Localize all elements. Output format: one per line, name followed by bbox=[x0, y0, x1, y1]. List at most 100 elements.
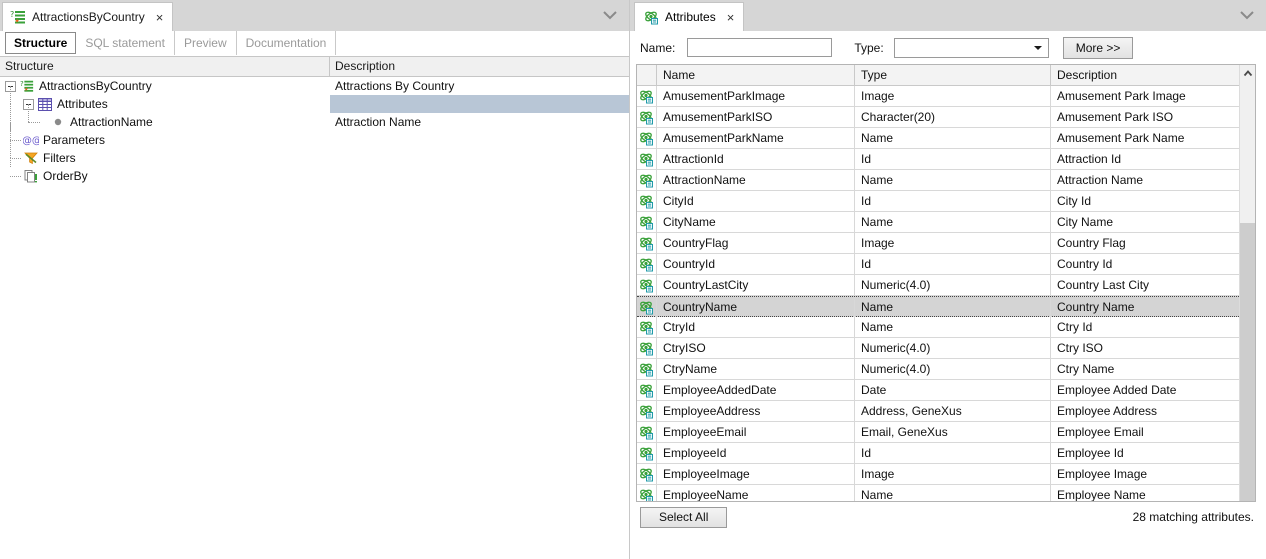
table-row[interactable]: EmployeeName Name Employee Name bbox=[637, 485, 1241, 502]
cell-name: CityId bbox=[657, 191, 855, 211]
tab-sql-statement[interactable]: SQL statement bbox=[76, 31, 175, 55]
tab-attributes-close-icon[interactable]: × bbox=[724, 10, 738, 25]
tree-description-cell[interactable]: Attractions By Country bbox=[330, 77, 629, 95]
at-at-icon: @@ bbox=[23, 132, 39, 148]
attributes-selector-panel: Attributes × Name: Type: More >> Name Ty… bbox=[630, 0, 1266, 559]
tree-row[interactable]: @@ Parameters bbox=[0, 122, 629, 149]
tree-node-filters[interactable]: Filters bbox=[0, 140, 330, 167]
tree-description-cell[interactable] bbox=[330, 149, 629, 167]
cell-description: Employee Name bbox=[1057, 488, 1146, 502]
column-header-description[interactable]: Description bbox=[1051, 65, 1241, 85]
attributes-grid-scrollbar[interactable] bbox=[1239, 65, 1255, 501]
table-row[interactable]: CountryFlag Image Country Flag bbox=[637, 233, 1241, 254]
cell-name: CountryId bbox=[657, 254, 855, 274]
right-panel-chevron-down-icon[interactable] bbox=[1236, 5, 1258, 25]
table-row[interactable]: AmusementParkImage Image Amusement Park Im… bbox=[637, 86, 1241, 107]
document-tab-close-icon[interactable]: × bbox=[153, 10, 167, 25]
document-tab-attractionsbycountry[interactable]: ? AttractionsByCountry × bbox=[2, 2, 174, 31]
scroll-up-arrow-icon[interactable] bbox=[1240, 65, 1255, 82]
tree-column-headers: Structure Description bbox=[0, 56, 629, 77]
table-row[interactable]: EmployeeAddedDate Date Employee Added Date bbox=[637, 380, 1241, 401]
tree-description-cell[interactable] bbox=[330, 95, 629, 113]
tree-guide-line bbox=[10, 158, 11, 167]
cell-description: Employee Id bbox=[1057, 446, 1124, 460]
type-select[interactable] bbox=[893, 37, 1049, 58]
tree-row[interactable]: Filters bbox=[0, 140, 629, 167]
table-row[interactable]: CountryLastCity Numeric(4.0) Country Last … bbox=[637, 275, 1241, 296]
attribute-atom-icon bbox=[637, 317, 657, 337]
name-search-input[interactable] bbox=[687, 38, 833, 57]
table-row[interactable]: CtryName Numeric(4.0) Ctry Name bbox=[637, 359, 1241, 380]
cell-name: CountryFlag bbox=[657, 233, 855, 253]
cell-description: Employee Address bbox=[1057, 404, 1158, 418]
svg-text:?: ? bbox=[20, 80, 24, 88]
cell-type: Numeric(4.0) bbox=[855, 338, 1051, 358]
cell-description: City Name bbox=[1057, 215, 1114, 229]
attribute-atom-icon bbox=[637, 170, 657, 190]
table-row[interactable]: AttractionName Name Attraction Name bbox=[637, 170, 1241, 191]
select-all-button[interactable]: Select All bbox=[640, 506, 728, 528]
scrollbar-thumb[interactable] bbox=[1240, 223, 1255, 501]
tab-structure[interactable]: Structure bbox=[5, 32, 77, 54]
tree-node-orderby[interactable]: OrderBy bbox=[0, 158, 330, 185]
tree-row[interactable]: Attributes bbox=[0, 86, 629, 113]
column-header-description[interactable]: Description bbox=[330, 57, 629, 76]
tree-node-attributes[interactable]: Attributes bbox=[0, 86, 330, 113]
cell-type: Name bbox=[855, 485, 1051, 501]
left-panel-chevron-down-icon[interactable] bbox=[599, 5, 621, 25]
bullet-icon bbox=[50, 114, 66, 130]
tree-node-attractionname[interactable]: AttractionName bbox=[0, 104, 330, 131]
cell-description: Country Flag bbox=[1057, 236, 1126, 250]
table-row[interactable]: AmusementParkName Name Amusement Park Name bbox=[637, 128, 1241, 149]
table-row[interactable]: CtryISO Numeric(4.0) Ctry ISO bbox=[637, 338, 1241, 359]
table-row[interactable]: CtryId Name Ctry Id bbox=[637, 317, 1241, 338]
cell-description: Ctry Name bbox=[1057, 362, 1115, 376]
table-row[interactable]: AmusementParkISO Character(20) Amusement P… bbox=[637, 107, 1241, 128]
cell-name: AttractionId bbox=[657, 149, 855, 169]
table-row[interactable]: EmployeeAddress Address, GeneXus Employee … bbox=[637, 401, 1241, 422]
attribute-atom-icon bbox=[637, 212, 657, 232]
tree-description-cell[interactable]: Attraction Name bbox=[330, 113, 629, 131]
cell-description: Amusement Park Image bbox=[1057, 89, 1186, 103]
table-row[interactable]: CountryName Name Country Name bbox=[637, 296, 1241, 317]
left-tabstrip: ? AttractionsByCountry × bbox=[0, 0, 629, 31]
cell-name: EmployeeId bbox=[657, 443, 855, 463]
column-header-name[interactable]: Name bbox=[657, 65, 855, 85]
table-row[interactable]: CityId Id City Id bbox=[637, 191, 1241, 212]
more-button[interactable]: More >> bbox=[1062, 36, 1134, 59]
tree-description-cell[interactable] bbox=[330, 131, 629, 149]
attribute-atom-icon bbox=[637, 275, 657, 295]
column-header-icon bbox=[637, 65, 657, 85]
tab-attributes[interactable]: Attributes × bbox=[634, 2, 745, 31]
tree-guide-line bbox=[10, 158, 21, 159]
column-header-type[interactable]: Type bbox=[855, 65, 1051, 85]
tab-documentation[interactable]: Documentation bbox=[237, 31, 337, 55]
tree-node-attractionsbycountry[interactable]: ? AttractionsByCountry bbox=[0, 77, 330, 95]
attribute-atom-icon bbox=[637, 422, 657, 442]
tree-description-cell[interactable] bbox=[330, 167, 629, 185]
tree-row[interactable]: OrderBy bbox=[0, 158, 629, 185]
table-row[interactable]: EmployeeImage Image Employee Image bbox=[637, 464, 1241, 485]
tab-structure-label: Structure bbox=[14, 36, 68, 50]
tree-row[interactable]: AttractionName Attraction Name bbox=[0, 104, 629, 131]
tree-guide-line bbox=[28, 122, 40, 123]
table-row[interactable]: EmployeeEmail Email, GeneXus Employee Emai… bbox=[637, 422, 1241, 443]
tree-node-parameters[interactable]: @@ Parameters bbox=[0, 122, 330, 149]
table-row[interactable]: CountryId Id Country Id bbox=[637, 254, 1241, 275]
matching-attributes-status: 28 matching attributes. bbox=[1132, 510, 1254, 524]
tree-node-label: AttractionsByCountry bbox=[39, 79, 152, 93]
tab-preview[interactable]: Preview bbox=[175, 31, 237, 55]
cell-type: Image bbox=[855, 86, 1051, 106]
chevron-down-icon bbox=[1033, 45, 1042, 50]
cell-type: Address, GeneXus bbox=[855, 401, 1051, 421]
cell-name: CtryISO bbox=[657, 338, 855, 358]
table-row[interactable]: AttractionId Id Attraction Id bbox=[637, 149, 1241, 170]
data-selector-icon: ? bbox=[19, 78, 35, 94]
tree-guide-line bbox=[28, 104, 29, 122]
table-row[interactable]: EmployeeId Id Employee Id bbox=[637, 443, 1241, 464]
attribute-atom-icon bbox=[643, 9, 659, 25]
table-row[interactable]: CityName Name City Name bbox=[637, 212, 1241, 233]
tree-row[interactable]: ? AttractionsByCountry Attractions By Co… bbox=[0, 77, 629, 95]
cell-description: Attraction Name bbox=[1057, 173, 1144, 187]
column-header-structure[interactable]: Structure bbox=[0, 57, 330, 76]
